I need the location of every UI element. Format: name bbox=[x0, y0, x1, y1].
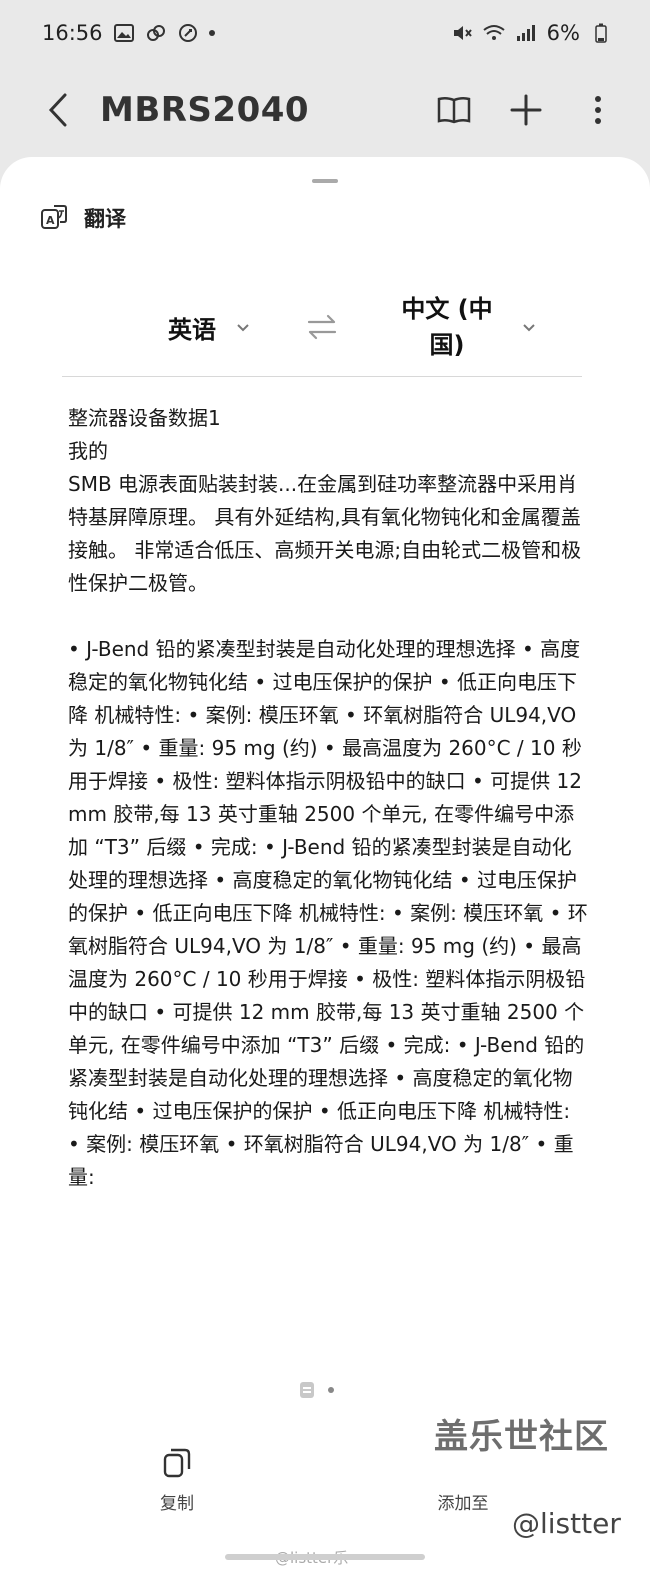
source-language-label: 英语 bbox=[168, 315, 216, 344]
chevron-down-icon bbox=[237, 324, 249, 332]
watermark-handle: @listter bbox=[512, 1507, 621, 1540]
svg-text:A: A bbox=[46, 214, 55, 227]
new-tab-button[interactable] bbox=[504, 88, 548, 132]
gallery-icon bbox=[113, 22, 135, 44]
page-indicator bbox=[300, 1382, 334, 1398]
translation-result-text: 整流器设备数据1 我的 SMB 电源表面贴装封装...在金属到硅功率整流器中采用… bbox=[68, 406, 588, 1189]
add-to-label: 添加至 bbox=[437, 1494, 489, 1514]
target-language-dropdown[interactable]: 中文 (中国) bbox=[392, 291, 582, 363]
translate-icon: A bbox=[41, 205, 67, 229]
more-vert-icon bbox=[595, 96, 601, 124]
status-right: 6% bbox=[451, 21, 612, 45]
app-bar: MBRS2040 bbox=[0, 66, 650, 154]
status-left: 16:56 bbox=[42, 21, 215, 45]
status-bar: 16:56 6% bbox=[0, 0, 650, 66]
more-options-button[interactable] bbox=[576, 88, 620, 132]
drag-handle[interactable] bbox=[312, 179, 338, 183]
page-indicator-dot[interactable] bbox=[328, 1387, 334, 1393]
book-icon bbox=[437, 96, 471, 124]
language-selector-row: 英语 中文 (中国) bbox=[62, 281, 582, 373]
copy-label: 复制 bbox=[160, 1494, 194, 1514]
page-indicator-current-icon bbox=[300, 1382, 314, 1398]
sheet-title: 翻译 bbox=[84, 207, 126, 231]
divider bbox=[62, 376, 582, 377]
battery-icon bbox=[590, 22, 612, 44]
source-language-dropdown[interactable]: 英语 bbox=[62, 310, 252, 345]
translate-sheet: A 翻译 英语 中文 (中国) 整流器设备数据1 我的 SMB 电源表面贴装封装… bbox=[0, 157, 650, 1589]
sheet-header: A 翻译 bbox=[40, 203, 126, 233]
battery-percent: 6% bbox=[546, 21, 580, 45]
link-icon bbox=[145, 22, 167, 44]
chevron-down-icon bbox=[523, 324, 535, 332]
wifi-icon bbox=[483, 22, 505, 44]
copy-icon bbox=[163, 1448, 191, 1478]
mute-icon bbox=[451, 22, 473, 44]
back-arrow-icon bbox=[48, 93, 67, 127]
swap-languages-button[interactable] bbox=[252, 312, 392, 342]
page-title: MBRS2040 bbox=[100, 90, 310, 130]
back-button[interactable] bbox=[36, 88, 80, 132]
gesture-nav-bar[interactable] bbox=[225, 1554, 425, 1560]
status-time: 16:56 bbox=[42, 21, 103, 45]
signal-icon bbox=[515, 22, 537, 44]
copy-button[interactable]: 复制 bbox=[117, 1447, 237, 1514]
reader-mode-button[interactable] bbox=[432, 88, 476, 132]
music-icon bbox=[177, 22, 199, 44]
plus-icon bbox=[510, 94, 542, 126]
swap-icon bbox=[307, 314, 337, 340]
notification-dot-icon bbox=[208, 30, 215, 36]
app-actions bbox=[432, 88, 620, 132]
watermark-brand: 盖乐世社区 bbox=[434, 1417, 609, 1457]
target-language-label: 中文 (中国) bbox=[401, 295, 493, 359]
